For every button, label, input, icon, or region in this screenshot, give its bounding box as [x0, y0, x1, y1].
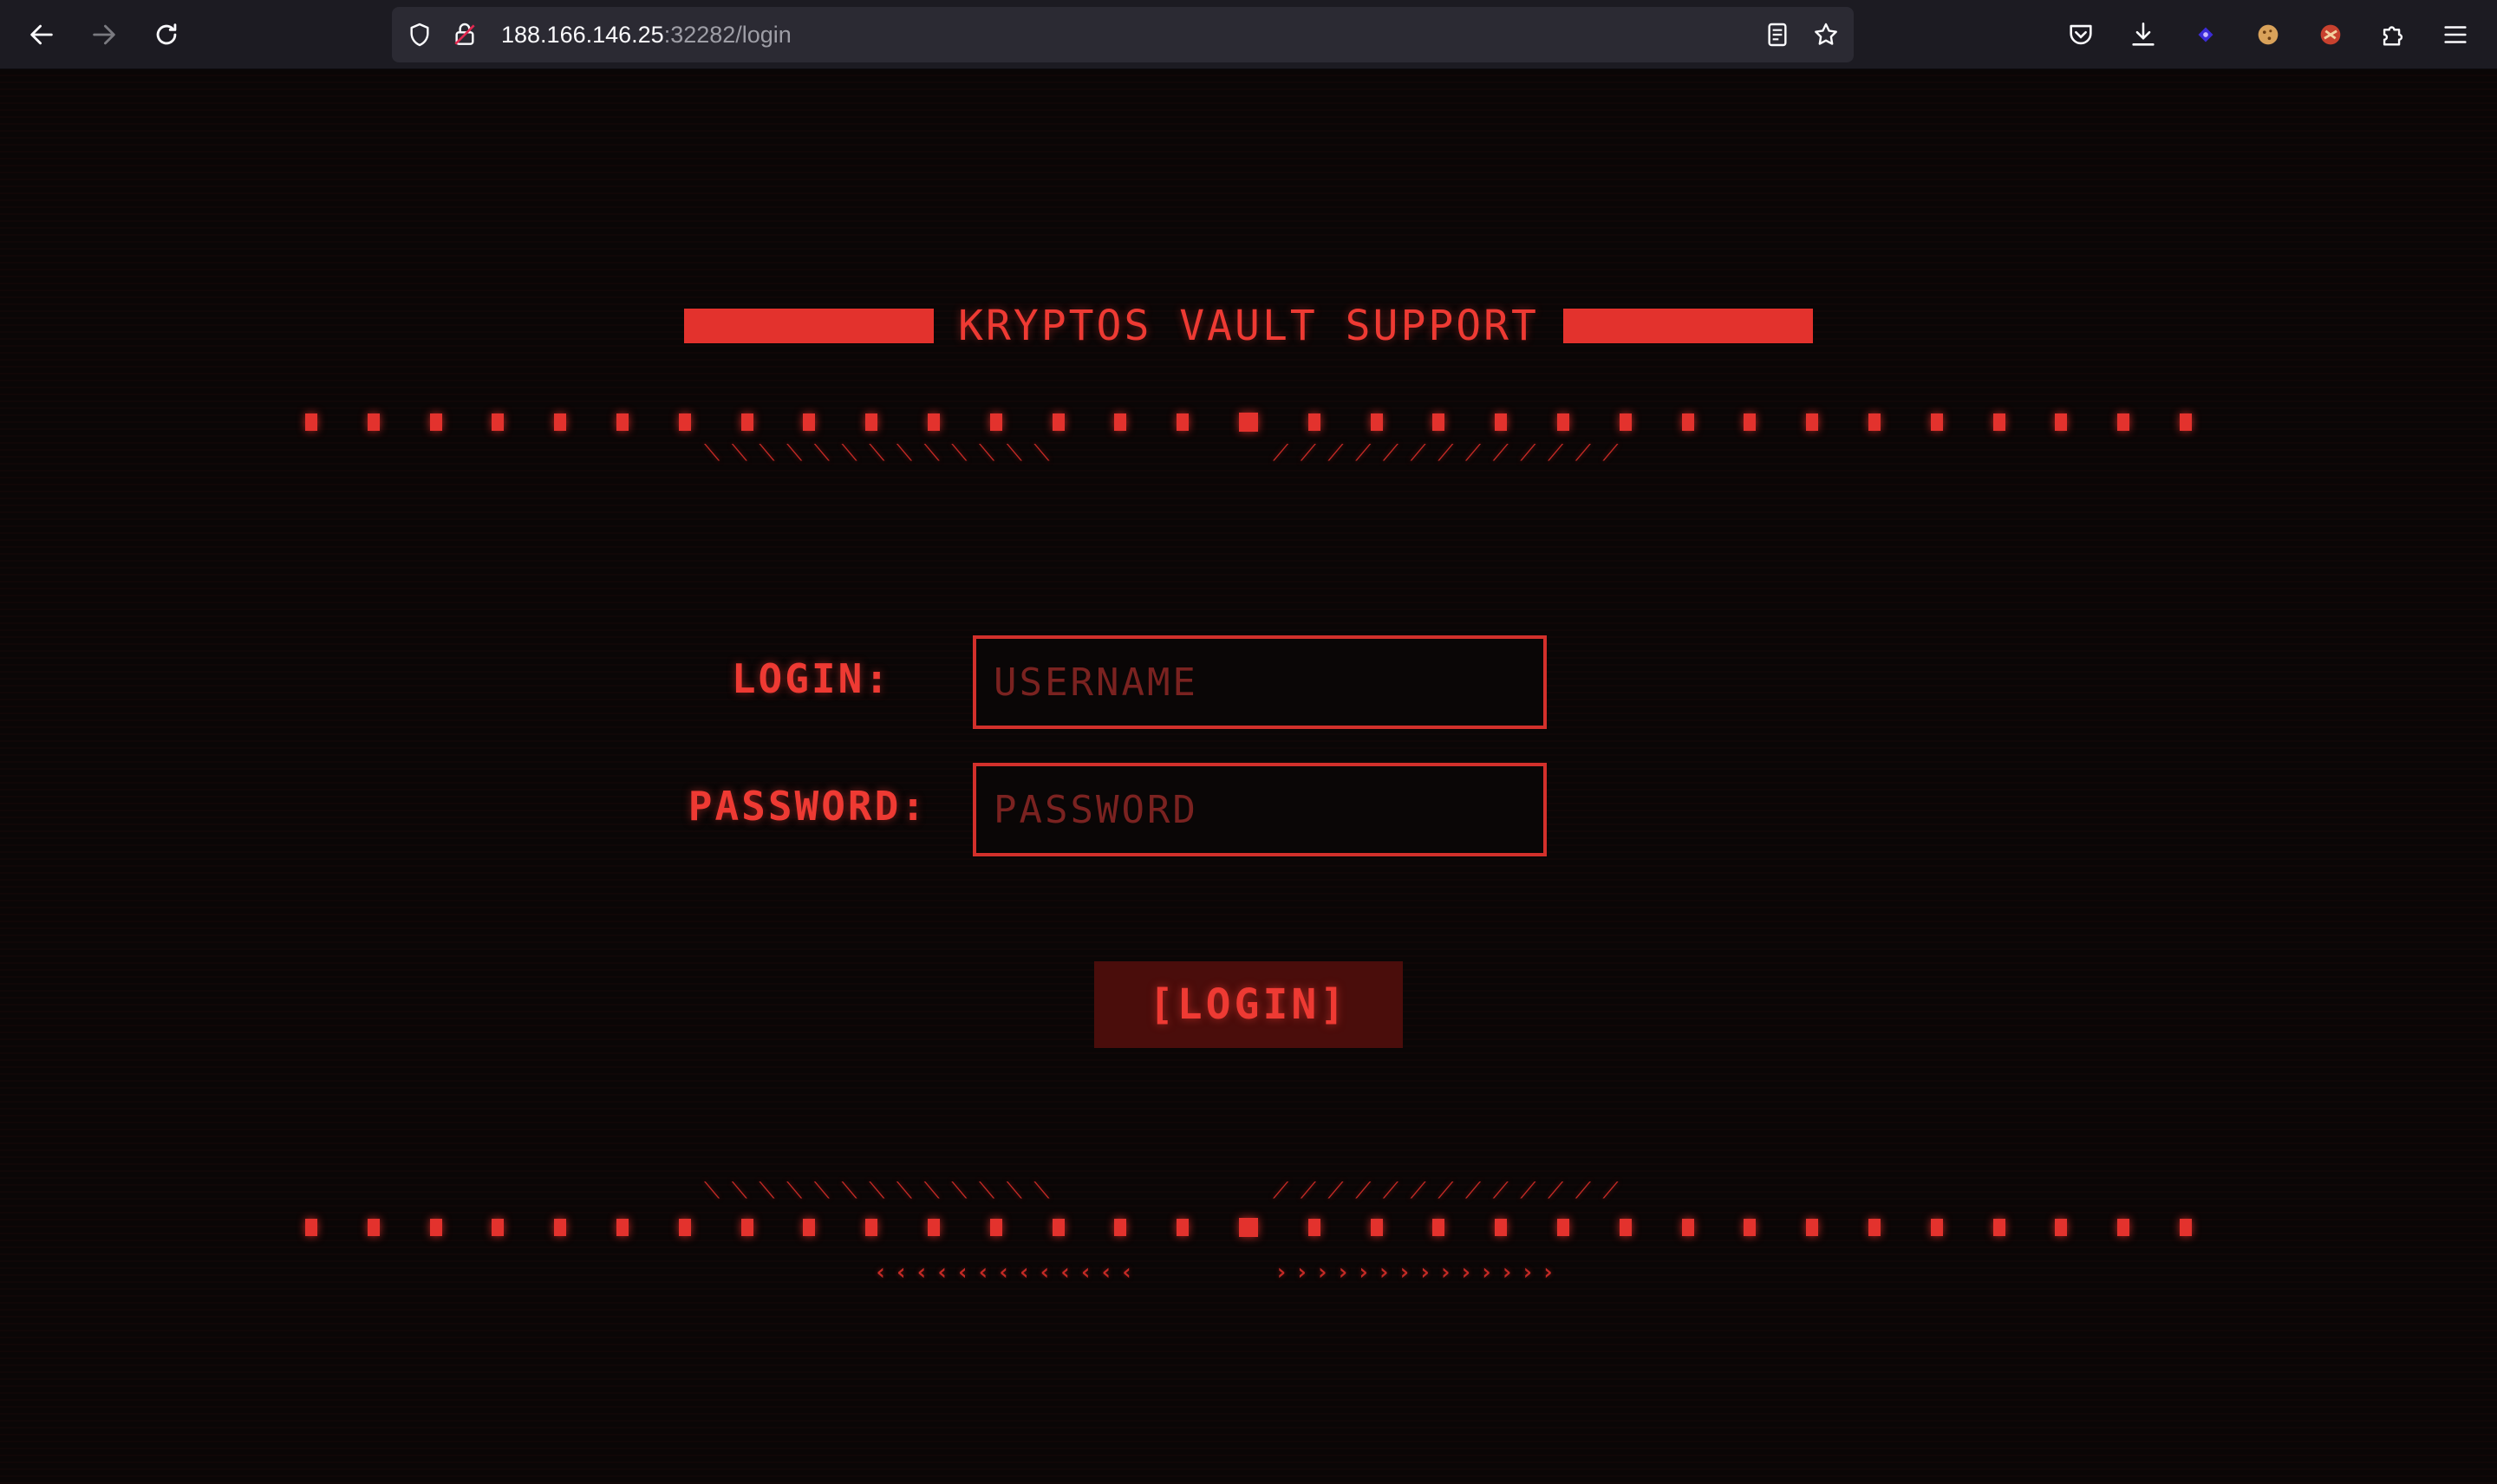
reload-button[interactable] [146, 14, 187, 55]
username-input[interactable] [973, 635, 1547, 729]
title-bar-left [684, 309, 934, 343]
browser-toolbar: 188.166.146.25:32282/login [0, 0, 2497, 69]
back-arrow-icon [30, 24, 53, 45]
pocket-icon[interactable] [2060, 14, 2102, 55]
slash-decor-left-bottom: ⟍⟍⟍⟍⟍⟍⟍⟍⟍⟍⟍⟍⟍ [704, 1178, 1062, 1204]
extensions-puzzle-icon[interactable] [2372, 14, 2414, 55]
title-bar-right [1563, 309, 1813, 343]
forward-button[interactable] [83, 14, 125, 55]
hamburger-menu-icon[interactable] [2435, 14, 2476, 55]
chevron-decor-right: ›››››››››››››› [1275, 1259, 1562, 1285]
dot-divider-bottom [305, 1216, 2192, 1239]
extension-purple-icon[interactable] [2185, 14, 2226, 55]
back-button[interactable] [21, 14, 62, 55]
reader-view-icon[interactable] [1762, 19, 1793, 50]
forward-arrow-icon [93, 24, 115, 45]
red-extension-icon[interactable] [2310, 14, 2351, 55]
slash-decor-right-bottom: ⟋⟋⟋⟋⟋⟋⟋⟋⟋⟋⟋⟋⟋ [1273, 1178, 1631, 1204]
insecure-lock-icon[interactable] [449, 19, 480, 50]
slash-decor-right-top: ⟋⟋⟋⟋⟋⟋⟋⟋⟋⟋⟋⟋⟋ [1273, 440, 1631, 466]
password-input[interactable] [973, 763, 1547, 856]
url-bar[interactable]: 188.166.146.25:32282/login [392, 7, 1854, 62]
shield-icon[interactable] [404, 19, 435, 50]
reload-icon [156, 23, 177, 45]
login-button[interactable]: [LOGIN] [1094, 961, 1403, 1048]
slash-decor-left-top: ⟍⟍⟍⟍⟍⟍⟍⟍⟍⟍⟍⟍⟍ [704, 440, 1062, 466]
chevron-decor-left: ‹‹‹‹‹‹‹‹‹‹‹‹‹ [874, 1259, 1141, 1285]
dot-divider-top [305, 411, 2192, 433]
url-path: :32282/login [663, 22, 792, 48]
page-title: KRYPTOS VAULT SUPPORT [958, 302, 1539, 350]
download-icon[interactable] [2122, 14, 2164, 55]
password-label: PASSWORD: [688, 783, 928, 830]
cookie-extension-icon[interactable] [2247, 14, 2289, 55]
login-label: LOGIN: [731, 655, 891, 702]
url-text[interactable]: 188.166.146.25:32282/login [501, 7, 792, 62]
url-host: 188.166.146.25 [501, 22, 664, 48]
login-page: KRYPTOS VAULT SUPPORT ⟍⟍⟍⟍⟍⟍⟍⟍⟍⟍⟍⟍⟍ ⟋⟋⟋⟋… [0, 70, 2497, 1484]
bookmark-star-icon[interactable] [1810, 19, 1842, 50]
